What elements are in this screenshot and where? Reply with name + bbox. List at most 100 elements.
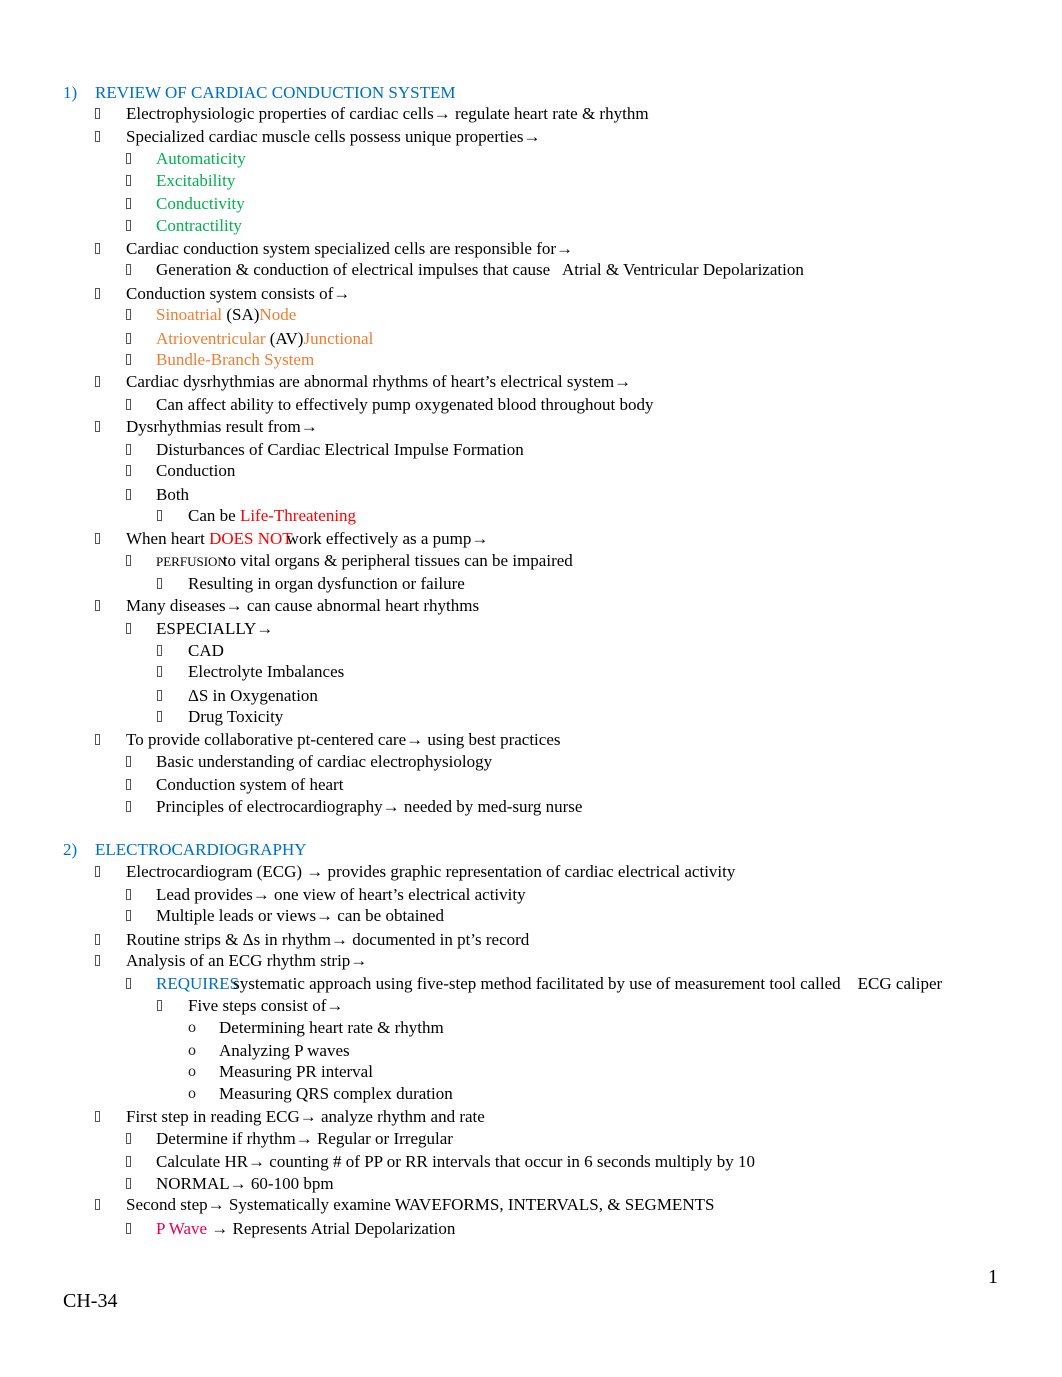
bullet-icon: [126, 220, 131, 231]
bullet-icon: [126, 465, 131, 476]
bullet-icon: [95, 1111, 100, 1122]
list-item-text: First step in reading ECG→ analyze rhyth…: [126, 1107, 485, 1126]
bullet-icon: [95, 734, 100, 745]
term-text: Junctional: [303, 329, 374, 348]
list-item-text: Second step→ Systematically examine WAVE…: [126, 1195, 715, 1214]
circle-bullet-icon: o: [188, 1085, 196, 1102]
bullet-icon: [95, 934, 100, 945]
section-title: REVIEW OF CARDIAC CONDUCTION SYSTEM: [95, 83, 456, 102]
list-item-text: NORMAL→ 60-100 bpm: [156, 1174, 334, 1193]
bullet-icon: [126, 1133, 131, 1144]
emphasis-text: Life-Threatening: [239, 506, 357, 525]
list-item-text: Can affect ability to effectively pump o…: [156, 395, 654, 414]
list-item-text: Analyzing P waves: [219, 1041, 350, 1060]
bullet-icon: [126, 623, 131, 634]
bullet-icon: [157, 1000, 162, 1011]
list-item-text: Cardiac dysrhythmias are abnormal rhythm…: [126, 372, 632, 391]
list-item-text: Five steps consist of→: [188, 996, 344, 1015]
bullet-icon: [95, 421, 100, 432]
bullet-icon: [126, 978, 131, 989]
list-item-text: Conduction system of heart: [156, 775, 344, 794]
list-item-text: Multiple leads or views→ can be obtained: [156, 906, 444, 925]
emphasis-text: REQUIRES: [156, 974, 240, 993]
list-item-text: To provide collaborative pt-centered car…: [126, 730, 561, 749]
bullet-icon: [95, 866, 100, 877]
circle-bullet-icon: o: [188, 1042, 196, 1059]
section-number: 2): [63, 840, 78, 859]
bullet-icon: [126, 555, 131, 566]
list-item-text: Dysrhythmias result from→: [126, 417, 318, 436]
bullet-icon: [126, 889, 131, 900]
list-item-text: Electrocardiogram (ECG) → provides graph…: [126, 862, 736, 881]
abbreviation-text: (AV): [269, 329, 304, 348]
bullet-icon: [126, 198, 131, 209]
bullet-icon: [157, 578, 162, 589]
footer-chapter: CH-34: [63, 1290, 118, 1312]
list-item-text: → Represents Atrial Depolarization: [207, 1219, 456, 1238]
circle-bullet-icon: o: [188, 1063, 196, 1080]
list-item-text: work effectively as a pump→: [286, 529, 489, 548]
bullet-icon: [95, 1199, 100, 1210]
list-item-text: to vital organs & peripheral tissues can…: [222, 551, 573, 570]
circle-bullet-icon: o: [188, 1019, 196, 1036]
bullet-icon: [95, 243, 100, 254]
list-item-text: Drug Toxicity: [188, 707, 284, 726]
bullet-icon: [95, 600, 100, 611]
list-item-text: Automaticity: [156, 149, 246, 168]
bullet-icon: [95, 288, 100, 299]
bullet-icon: [157, 690, 162, 701]
emphasis-text: P Wave: [156, 1219, 208, 1238]
document-page: 1) REVIEW OF CARDIAC CONDUCTION SYSTEM E…: [0, 0, 1062, 1377]
term-text: Node: [259, 305, 297, 324]
bullet-icon: [95, 533, 100, 544]
page-number: 1: [988, 1266, 998, 1288]
list-item-text: Disturbances of Cardiac Electrical Impul…: [156, 440, 524, 459]
list-item-text: Conduction: [156, 461, 236, 480]
list-item-text: Resulting in organ dysfunction or failur…: [188, 574, 465, 593]
bullet-icon: [126, 444, 131, 455]
list-item-text: Can be: [188, 506, 240, 525]
list-item-text: Analysis of an ECG rhythm strip→: [126, 951, 368, 970]
list-item-text: ESPECIALLY→: [156, 619, 274, 638]
bullet-icon: [126, 333, 131, 344]
list-item-text: Routine strips & Δs in rhythm→ documente…: [126, 930, 530, 949]
list-item-text: Electrolyte Imbalances: [188, 662, 345, 681]
section-number: 1): [63, 83, 78, 102]
term-text: Sinoatrial: [156, 305, 223, 324]
bullet-icon: [126, 801, 131, 812]
bullet-icon: [126, 779, 131, 790]
list-item-text: Many diseases→ can cause abnormal heart …: [126, 596, 480, 615]
list-item-text: Basic understanding of cardiac electroph…: [156, 752, 493, 771]
bullet-icon: [126, 264, 131, 275]
list-item-text: Principles of electrocardiography→ neede…: [156, 797, 583, 816]
list-item-text: Both: [156, 485, 190, 504]
list-item-text: Bundle-Branch System: [156, 350, 315, 369]
bullet-icon: [95, 955, 100, 966]
list-item-text: Determining heart rate & rhythm: [219, 1018, 444, 1037]
list-item-text: Generation & conduction of electrical im…: [156, 260, 804, 279]
bullet-icon: [126, 910, 131, 921]
list-item-text: Measuring QRS complex duration: [219, 1084, 453, 1103]
bullet-icon: [126, 1178, 131, 1189]
list-item-text: Conduction system consists of→: [126, 284, 351, 303]
list-item-text: Lead provides→ one view of heart’s elect…: [156, 885, 526, 904]
bullet-icon: [126, 756, 131, 767]
list-item-text: Conductivity: [156, 194, 245, 213]
bullet-icon: [126, 1156, 131, 1167]
bullet-icon: [126, 153, 131, 164]
bullet-icon: [126, 354, 131, 365]
bullet-icon: [126, 1223, 131, 1234]
list-item-text: Cardiac conduction system specialized ce…: [126, 239, 574, 258]
term-text: Atrioventricular: [156, 329, 266, 348]
list-item-text: Contractility: [156, 216, 242, 235]
bullet-icon: [126, 309, 131, 320]
bullet-icon: [126, 399, 131, 410]
emphasis-text: PERFUSION: [156, 554, 227, 569]
bullet-icon: [95, 108, 100, 119]
list-item-text: Excitability: [156, 171, 236, 190]
bullet-icon: [157, 645, 162, 656]
bullet-icon: [95, 376, 100, 387]
bullet-icon: [126, 489, 131, 500]
list-item-text: When heart: [126, 529, 210, 548]
list-item-text: systematic approach using five-step meth…: [233, 974, 943, 993]
